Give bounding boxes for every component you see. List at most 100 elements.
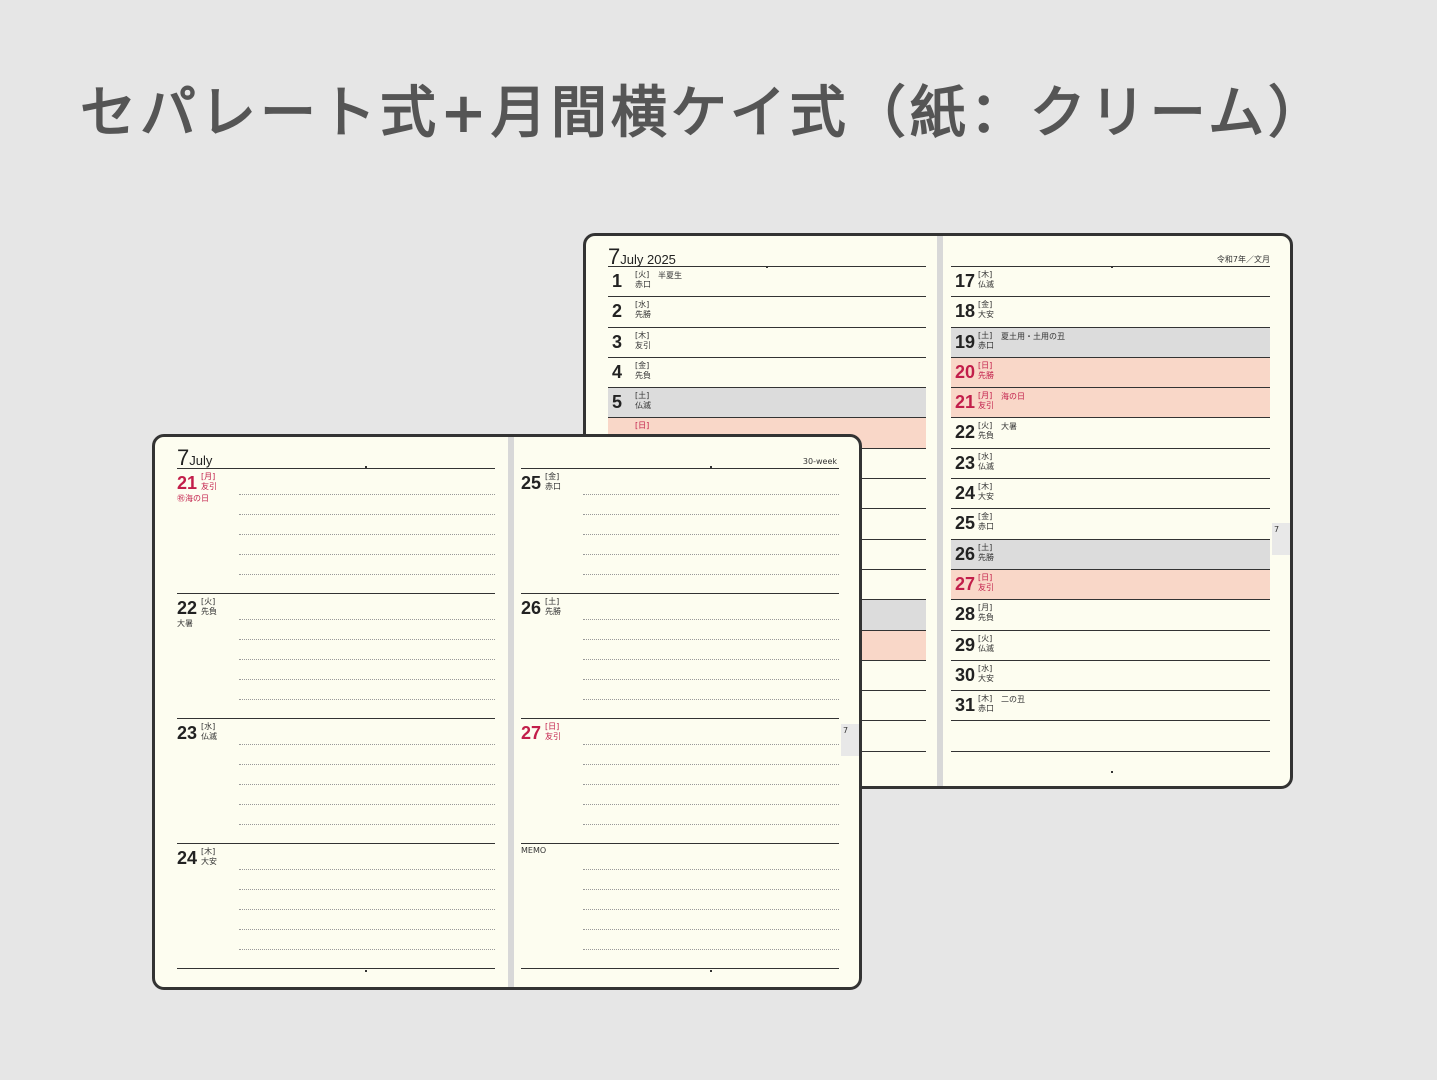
weekly-day-box[interactable]: 27 [日] 友引 [521, 719, 839, 844]
weekday: [火] [635, 270, 650, 279]
day-note: 二の丑 [1001, 695, 1025, 705]
rokuyo: 友引 [978, 401, 994, 411]
writing-line [239, 764, 495, 765]
weekly-day-box[interactable]: 26 [土] 先勝 [521, 594, 839, 719]
rokuyo: 仏滅 [978, 643, 994, 653]
rokuyo: 友引 [545, 732, 561, 741]
monthly-month-label: July 2025 [620, 252, 676, 267]
monthly-day-row[interactable]: 20 [日] 先勝 [951, 357, 1270, 389]
monthly-day-row[interactable]: 30 [水] 大安 [951, 661, 1270, 692]
weekly-month-tab[interactable]: 7 [841, 724, 859, 756]
monthly-day-row[interactable]: 5 [土] 仏滅 [608, 388, 926, 419]
monthly-day-row[interactable]: 1 [火] 赤口 半夏生 [608, 267, 926, 298]
tick-mark [1111, 771, 1113, 773]
day-number: 18 [955, 301, 976, 322]
monthly-day-row[interactable]: 4 [金] 先負 [608, 358, 926, 389]
weekday: [日] [978, 572, 993, 582]
weekly-spine [508, 437, 514, 987]
memo-box[interactable]: MEMO [521, 844, 839, 969]
weekday: [火] [201, 597, 216, 606]
day-number: 5 [612, 392, 623, 413]
rokuyo: 先負 [201, 607, 217, 616]
day-number: 25 [521, 473, 542, 493]
rokuyo: 先負 [978, 613, 994, 623]
day-number: 27 [955, 573, 976, 594]
weekly-day-box[interactable]: 21 [月] 友引 ㊗海の日 [177, 469, 495, 594]
day-number: 21 [177, 473, 198, 493]
day-note: 大暑 [177, 619, 193, 628]
monthly-day-row[interactable] [951, 721, 1270, 752]
writing-line [239, 514, 495, 515]
monthly-day-row[interactable]: 27 [日] 友引 [951, 569, 1270, 601]
weekly-day-box[interactable]: 25 [金] 赤口 [521, 469, 839, 594]
writing-line [239, 534, 495, 535]
writing-line [583, 534, 839, 535]
writing-line [583, 764, 839, 765]
rokuyo: 赤口 [978, 522, 994, 532]
weekday-label: [日] [635, 421, 649, 431]
monthly-day-row[interactable]: 19 [土] 赤口 夏土用・土用の丑 [951, 327, 1270, 358]
day-number: 29 [955, 634, 976, 655]
weekly-day-box[interactable]: 24 [木] 大安 [177, 844, 495, 969]
weekday-label: [水] 仏滅 [201, 722, 217, 742]
rokuyo: 先勝 [545, 607, 561, 616]
monthly-day-row[interactable]: 2 [水] 先勝 [608, 297, 926, 328]
writing-line [583, 889, 839, 890]
monthly-era-label: 令和7年／文月 [1216, 255, 1270, 264]
day-number: 3 [612, 331, 623, 352]
monthly-day-row[interactable]: 3 [木] 友引 [608, 328, 926, 358]
monthly-right-column: 17 [木] 仏滅 18 [金] 大安 19 [土] 赤口 夏土用・土用の丑 20 [日] 先勝 21 [月… [951, 266, 1270, 752]
weekday: [水] [635, 300, 650, 310]
weekday-label: [水] 先勝 [635, 300, 651, 320]
writing-line [239, 949, 495, 950]
monthly-day-row[interactable]: 22 [火] 先負 大暑 [951, 418, 1270, 449]
weekly-day-box[interactable]: 22 [火] 先負 大暑 [177, 594, 495, 719]
weekly-right-column: 25 [金] 赤口 26 [土] 先勝 27 [日] 友引 MEMO [521, 468, 839, 969]
monthly-day-row[interactable]: 29 [火] 仏滅 [951, 631, 1270, 661]
weekday-label: [土] 先勝 [978, 543, 994, 563]
monthly-day-row[interactable]: 31 [木] 赤口 二の丑 [951, 691, 1270, 722]
writing-line [583, 659, 839, 660]
writing-line [583, 699, 839, 700]
weekday: [土] [978, 542, 993, 552]
writing-line [239, 869, 495, 870]
tick-mark [710, 970, 712, 972]
writing-line [239, 574, 495, 575]
writing-line [583, 929, 839, 930]
weekday: [火] [978, 421, 993, 431]
monthly-day-row[interactable]: 18 [金] 大安 [951, 297, 1270, 328]
monthly-day-row[interactable]: 23 [水] 仏滅 [951, 449, 1270, 480]
writing-line [239, 619, 495, 620]
weekday: [金] [635, 360, 650, 370]
monthly-day-row[interactable]: 24 [木] 大安 [951, 479, 1270, 510]
day-number: 20 [955, 361, 976, 382]
writing-line [583, 554, 839, 555]
weekday: [木] [201, 847, 216, 856]
weekday: [木] [978, 270, 993, 279]
writing-line [239, 554, 495, 555]
weekday: [日] [545, 722, 560, 731]
day-number: 1 [612, 271, 623, 291]
weekday-label: [木] 大安 [978, 482, 994, 502]
monthly-month-tab[interactable]: 7 [1272, 523, 1290, 555]
day-number: 23 [955, 452, 976, 473]
monthly-day-row[interactable]: 21 [月] 友引 海の日 [951, 388, 1270, 419]
weekday-label: [日] 友引 [545, 722, 561, 742]
day-number: 27 [521, 723, 542, 743]
day-number: 31 [955, 695, 976, 716]
weekly-day-box[interactable]: 23 [水] 仏滅 [177, 719, 495, 844]
day-note: 夏土用・土用の丑 [1001, 331, 1065, 341]
rokuyo: 大安 [978, 492, 994, 502]
weekday-label: [木] 友引 [635, 331, 651, 351]
rokuyo: 大安 [978, 310, 994, 320]
weekday-label: [火] 先負 [201, 597, 217, 617]
monthly-day-row[interactable]: 26 [土] 先勝 [951, 539, 1270, 570]
weekday: [月] [978, 603, 993, 613]
weekday-label: [火] 赤口 [635, 270, 651, 290]
monthly-day-row[interactable]: 25 [金] 赤口 [951, 509, 1270, 540]
weekday-label: [金] 赤口 [545, 472, 561, 492]
monthly-spine [937, 236, 943, 786]
rokuyo: 赤口 [978, 340, 994, 350]
monthly-day-row[interactable]: 28 [月] 先負 [951, 600, 1270, 631]
monthly-day-row[interactable]: 17 [木] 仏滅 [951, 267, 1270, 298]
